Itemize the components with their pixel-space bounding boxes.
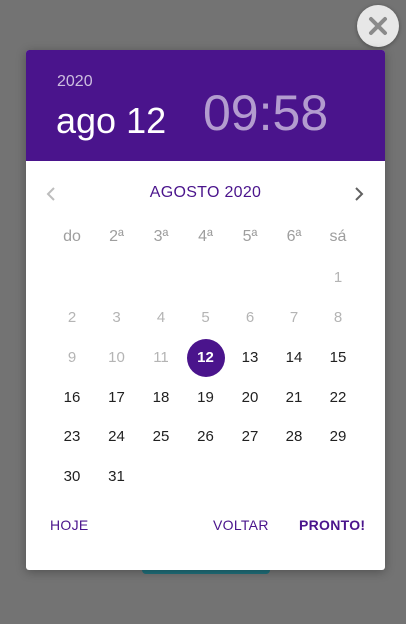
day-cell: 11 — [153, 349, 169, 366]
weekday-label: 5ª — [242, 228, 258, 245]
day-selected[interactable]: 12 — [186, 339, 225, 377]
date-picker-dialog: 2020 ago 12 09:58 AGOSTO 2020 do 2ª 3ª 4ª 5ª… — [26, 50, 385, 570]
day-cell: 10 — [108, 349, 125, 366]
day-cell[interactable]: 18 — [141, 378, 181, 418]
day-cell: 1 — [333, 269, 343, 286]
day-cell[interactable]: 20 — [230, 378, 270, 418]
month-navigation: AGOSTO 2020 — [26, 178, 385, 208]
header-year[interactable]: 2020 — [57, 73, 93, 91]
day-cell[interactable]: 21 — [274, 378, 314, 418]
day-cell[interactable]: 29 — [318, 417, 358, 457]
back-button[interactable]: VOLTAR — [213, 517, 269, 533]
day-cell: 8 — [333, 309, 343, 326]
day-cell[interactable]: 28 — [274, 417, 314, 457]
day-cell[interactable]: 23 — [52, 417, 92, 457]
day-cell[interactable]: 30 — [52, 457, 92, 497]
weekday-label: 3ª — [153, 228, 169, 245]
day-cell: 3 — [112, 309, 121, 326]
day-cell: 7 — [289, 309, 299, 326]
weekday-label: do — [63, 228, 81, 245]
day-cell: 2 — [67, 309, 77, 326]
weekday-label: 6ª — [286, 228, 302, 245]
next-month-button[interactable] — [348, 184, 368, 204]
day-cell[interactable]: 16 — [52, 378, 92, 418]
day-cell[interactable]: 31 — [97, 457, 137, 497]
day-cell: 9 — [67, 349, 77, 366]
day-cell[interactable]: 24 — [97, 417, 137, 457]
day-cell: 5 — [201, 309, 210, 326]
chevron-right-icon — [355, 187, 364, 201]
header-time[interactable]: 09:58 — [203, 84, 328, 142]
done-button[interactable]: PRONTO! — [299, 517, 365, 533]
day-cell[interactable]: 19 — [186, 378, 226, 418]
day-cell[interactable]: 26 — [186, 417, 226, 457]
day-cell[interactable]: 22 — [318, 378, 358, 418]
day-cell[interactable]: 15 — [318, 338, 358, 378]
day-cell: 4 — [156, 309, 166, 326]
month-label: AGOSTO 2020 — [149, 184, 262, 201]
weekday-label: 2ª — [109, 228, 124, 245]
close-button[interactable] — [357, 5, 399, 47]
day-cell[interactable]: 17 — [97, 378, 137, 418]
close-icon — [369, 17, 387, 35]
day-cell[interactable]: 13 — [230, 338, 270, 378]
day-cell[interactable]: 25 — [141, 417, 181, 457]
header-date[interactable]: ago 12 — [56, 100, 166, 142]
weekday-label: sá — [329, 228, 347, 245]
today-button[interactable]: HOJE — [50, 517, 89, 533]
date-picker-header: 2020 ago 12 09:58 — [26, 50, 385, 161]
day-cell: 6 — [245, 309, 255, 326]
day-cell[interactable]: 14 — [274, 338, 314, 378]
day-cell[interactable]: 27 — [230, 417, 270, 457]
weekday-label: 4ª — [198, 228, 213, 245]
